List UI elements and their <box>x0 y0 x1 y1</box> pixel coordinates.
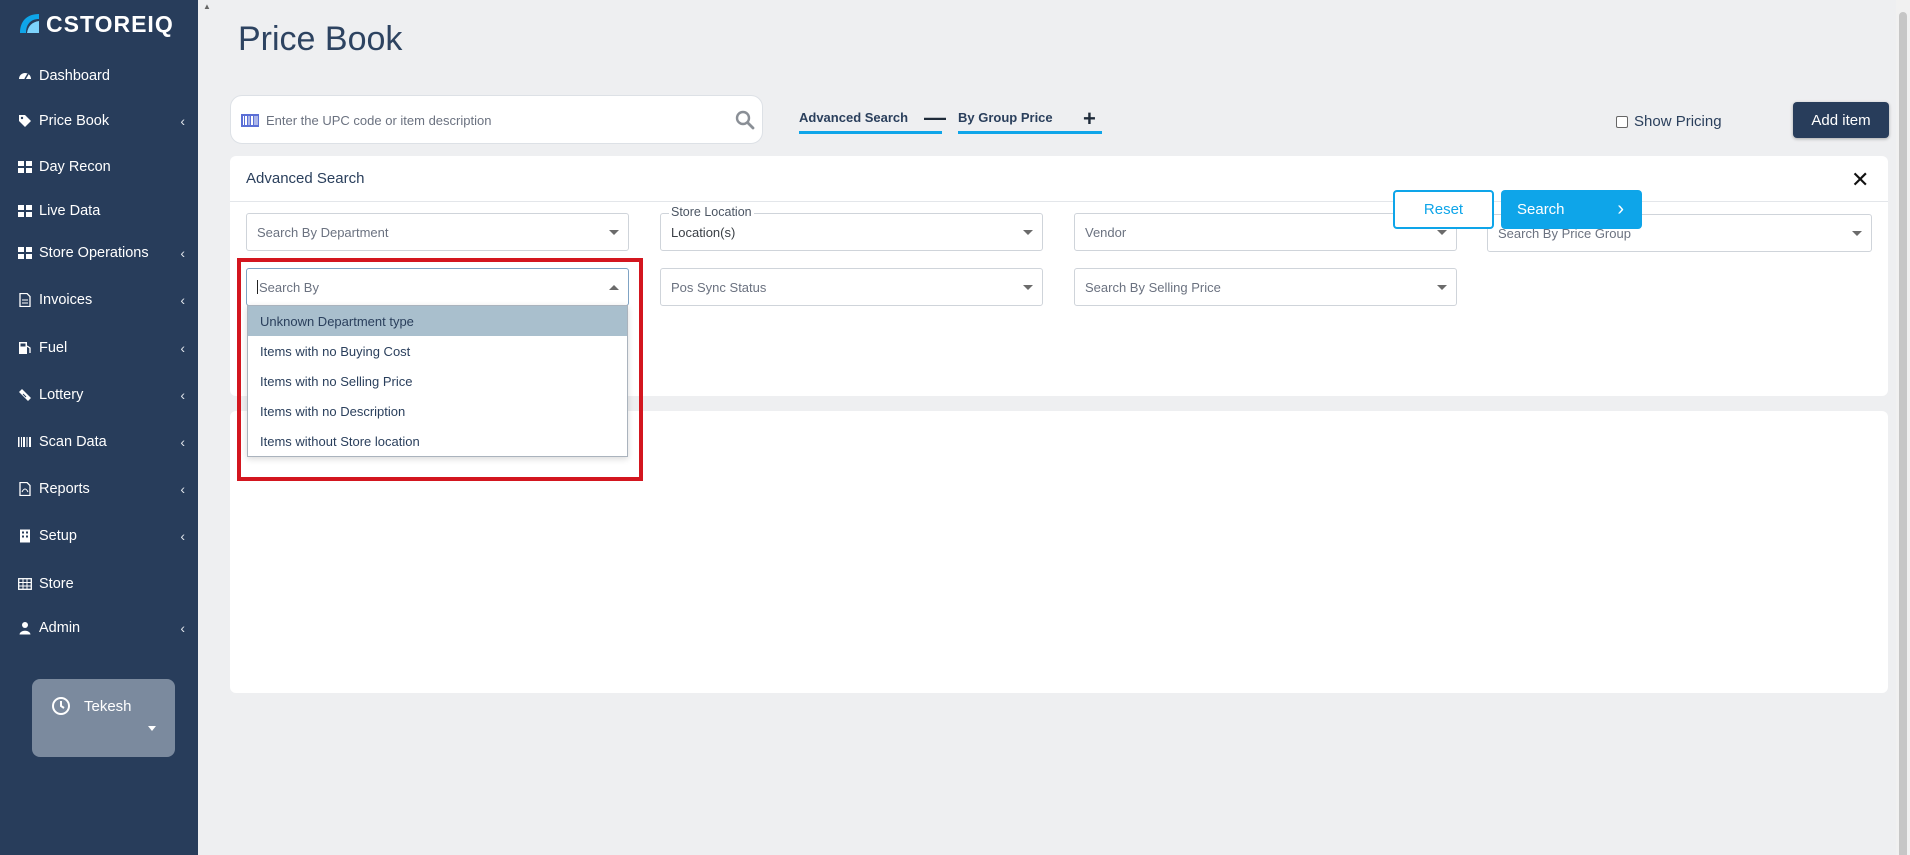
barcode-icon <box>18 435 32 449</box>
sidebar-item-label: Dashboard <box>39 68 110 84</box>
caret-down-icon <box>148 726 156 731</box>
sidebar-item-lottery[interactable]: Lottery ‹ <box>0 375 198 415</box>
grid-icon <box>18 160 32 174</box>
ticket-icon <box>18 388 32 402</box>
sidebar-item-label: Scan Data <box>39 434 107 450</box>
chevron-left-icon: ‹ <box>180 113 185 129</box>
item-search-box[interactable] <box>230 95 763 144</box>
sidebar-item-scan-data[interactable]: Scan Data ‹ <box>0 422 198 462</box>
sidebar-item-label: Setup <box>39 528 77 544</box>
show-pricing-label: Show Pricing <box>1634 113 1722 130</box>
vendor-value: Vendor <box>1085 224 1127 240</box>
chevron-right-icon: › <box>1617 198 1624 220</box>
sidebar-item-label: Day Recon <box>39 159 111 175</box>
show-pricing-checkbox[interactable] <box>1616 115 1628 128</box>
file-icon <box>18 293 32 307</box>
sidebar-item-label: Fuel <box>39 340 68 356</box>
sidebar-item-fuel[interactable]: Fuel ‹ <box>0 328 198 368</box>
caret-down-icon <box>1437 285 1447 290</box>
tab-group-price-label: By Group Price <box>958 110 1053 125</box>
caret-down-icon <box>1023 230 1033 235</box>
sidebar-item-label: Store Operations <box>39 245 149 261</box>
table-icon <box>18 577 32 591</box>
annotation-highlight-box <box>237 258 643 481</box>
user-icon <box>18 621 32 635</box>
grid-icon <box>18 246 32 260</box>
sidebar-item-label: Reports <box>39 481 90 497</box>
scrollbar-thumb[interactable] <box>1899 12 1907 855</box>
tab-advanced-search[interactable]: Advanced Search — <box>799 107 946 134</box>
fuel-icon <box>18 341 32 355</box>
clock-icon <box>52 697 70 715</box>
sidebar-item-label: Price Book <box>39 113 110 129</box>
caret-down-icon <box>1023 285 1033 290</box>
barcode-icon <box>241 114 259 127</box>
brand-name: CSTOREIQ <box>46 10 174 37</box>
sidebar-item-store-operations[interactable]: Store Operations ‹ <box>0 233 198 273</box>
reset-button[interactable]: Reset <box>1393 190 1494 229</box>
logo-icon <box>20 14 39 33</box>
chevron-left-icon: ‹ <box>180 245 185 261</box>
scroll-up-icon[interactable]: ▲ <box>203 2 211 11</box>
chevron-left-icon: ‹ <box>180 528 185 544</box>
chevron-left-icon: ‹ <box>180 434 185 450</box>
search-input[interactable] <box>266 105 706 135</box>
department-placeholder: Search By Department <box>257 224 389 240</box>
collapse-icon[interactable]: — <box>924 107 946 129</box>
search-button[interactable]: Search › <box>1501 190 1642 229</box>
chevron-left-icon: ‹ <box>180 292 185 308</box>
user-menu[interactable]: Tekesh <box>32 679 175 757</box>
chevron-left-icon: ‹ <box>180 620 185 636</box>
dashboard-icon <box>18 69 32 83</box>
pdf-icon <box>18 482 32 496</box>
grid-icon <box>18 204 32 218</box>
brand-logo[interactable]: CSTOREIQ <box>17 9 174 39</box>
panel-title: Advanced Search <box>246 170 365 187</box>
sidebar-item-admin[interactable]: Admin ‹ <box>0 608 198 648</box>
sidebar-item-day-recon[interactable]: Day Recon <box>0 147 198 187</box>
show-pricing-toggle[interactable]: Show Pricing <box>1616 113 1722 130</box>
caret-down-icon <box>1437 230 1447 235</box>
selling-price-placeholder: Search By Selling Price <box>1085 279 1221 295</box>
page-title: Price Book <box>238 20 403 58</box>
building-icon <box>18 529 32 543</box>
store-location-select[interactable]: Store Location Location(s) <box>660 205 1043 251</box>
sidebar-item-label: Admin <box>39 620 81 636</box>
caret-down-icon <box>1852 231 1862 236</box>
department-select[interactable]: Search By Department <box>246 213 629 251</box>
sidebar-item-label: Invoices <box>39 292 93 308</box>
store-location-value: Location(s) <box>671 224 736 240</box>
add-item-button[interactable]: Add item <box>1793 102 1889 138</box>
chevron-left-icon: ‹ <box>180 481 185 497</box>
caret-down-icon <box>609 230 619 235</box>
selling-price-select[interactable]: Search By Selling Price <box>1074 268 1457 306</box>
pos-sync-placeholder: Pos Sync Status <box>671 279 767 295</box>
sidebar-item-label: Live Data <box>39 203 101 219</box>
sidebar-item-label: Store <box>39 576 74 592</box>
search-button-label: Search <box>1517 201 1565 218</box>
user-name: Tekesh <box>84 698 132 715</box>
sidebar-item-label: Lottery <box>39 387 84 403</box>
pos-sync-status-select[interactable]: Pos Sync Status <box>660 268 1043 306</box>
sidebar-item-setup[interactable]: Setup ‹ <box>0 516 198 556</box>
sidebar-item-live-data[interactable]: Live Data <box>0 191 198 231</box>
search-icon[interactable] <box>735 110 755 130</box>
sidebar: CSTOREIQ Dashboard Price Book ‹ Day Reco… <box>0 0 198 855</box>
chevron-left-icon: ‹ <box>180 340 185 356</box>
chevron-left-icon: ‹ <box>180 387 185 403</box>
sidebar-item-reports[interactable]: Reports ‹ <box>0 469 198 509</box>
sidebar-item-store[interactable]: Store <box>0 564 198 604</box>
expand-icon[interactable]: + <box>1083 108 1096 130</box>
tab-advanced-search-label: Advanced Search <box>799 110 909 125</box>
close-icon[interactable]: ✕ <box>1851 169 1869 191</box>
tag-icon <box>18 114 32 128</box>
sidebar-item-invoices[interactable]: Invoices ‹ <box>0 280 198 320</box>
sidebar-item-dashboard[interactable]: Dashboard <box>0 56 198 96</box>
store-location-label: Store Location <box>669 205 754 219</box>
tab-group-price[interactable]: By Group Price + <box>958 108 1102 134</box>
sidebar-item-price-book[interactable]: Price Book ‹ <box>0 101 198 141</box>
